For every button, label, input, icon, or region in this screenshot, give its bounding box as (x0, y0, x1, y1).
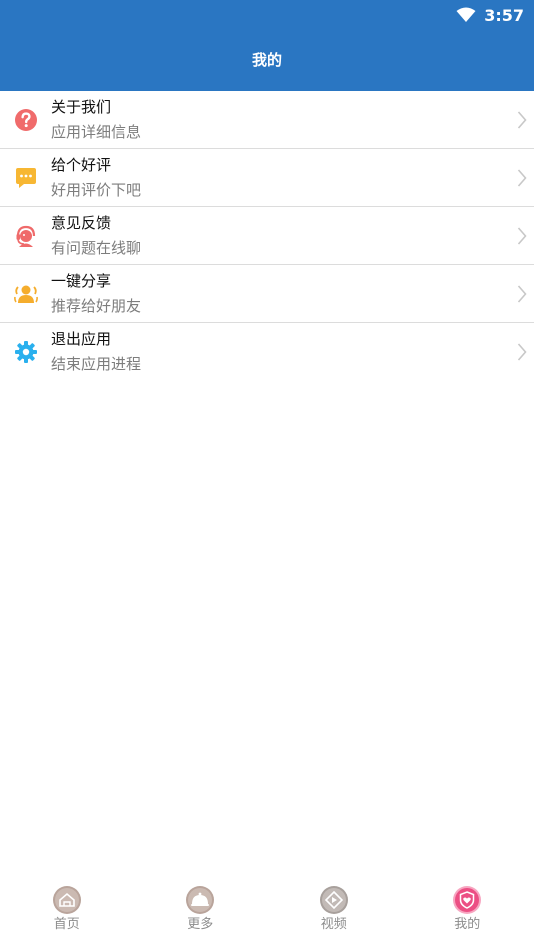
share-users-icon (14, 282, 38, 306)
tab-label: 首页 (53, 917, 80, 932)
tab-label: 视频 (320, 917, 347, 932)
status-bar: 3:57 (456, 4, 524, 26)
menu-item-subtitle: 有问题在线聊 (51, 239, 142, 257)
menu-item-about-us[interactable]: 关于我们 应用详细信息 (0, 91, 534, 149)
menu-item-title: 给个好评 (51, 156, 112, 174)
bell-dish-icon (186, 886, 215, 914)
shield-heart-icon (453, 886, 482, 914)
chevron-right-icon (517, 111, 527, 129)
settings-menu: 关于我们 应用详细信息 给个好评 好用评价下吧 意见反馈 有问题在线聊 一键分享… (0, 91, 534, 381)
gear-icon (14, 340, 38, 364)
menu-item-share[interactable]: 一键分享 推荐给好朋友 (0, 265, 534, 323)
tab-label: 我的 (454, 917, 481, 932)
status-time: 3:57 (484, 5, 524, 25)
home-icon (52, 886, 81, 914)
menu-item-title: 意见反馈 (51, 214, 112, 232)
tab-mine[interactable]: 我的 (401, 883, 534, 949)
menu-item-rate-app[interactable]: 给个好评 好用评价下吧 (0, 149, 534, 207)
tab-video[interactable]: 视频 (267, 883, 401, 949)
chevron-right-icon (517, 343, 527, 361)
chat-bubble-icon (14, 166, 38, 190)
menu-item-title: 关于我们 (51, 98, 112, 116)
tab-home[interactable]: 首页 (0, 883, 134, 949)
menu-item-subtitle: 好用评价下吧 (51, 181, 142, 199)
menu-item-title: 一键分享 (51, 272, 112, 290)
question-icon (14, 108, 38, 132)
menu-item-feedback[interactable]: 意见反馈 有问题在线聊 (0, 207, 534, 265)
chevron-right-icon (517, 227, 527, 245)
chevron-right-icon (517, 285, 527, 303)
bottom-tab-bar: 首页 更多 视频 我的 (0, 883, 534, 949)
chevron-right-icon (517, 169, 527, 187)
tab-more[interactable]: 更多 (134, 883, 268, 949)
support-agent-icon (14, 224, 38, 248)
menu-item-subtitle: 结束应用进程 (51, 355, 142, 373)
menu-item-title: 退出应用 (51, 330, 112, 348)
menu-item-subtitle: 应用详细信息 (51, 123, 142, 141)
page-title: 我的 (251, 51, 282, 69)
app-header: 3:57 我的 (0, 0, 534, 91)
menu-item-subtitle: 推荐给好朋友 (51, 297, 142, 315)
video-icon (319, 886, 348, 914)
menu-item-exit-app[interactable]: 退出应用 结束应用进程 (0, 323, 534, 381)
wifi-icon (456, 7, 476, 22)
tab-label: 更多 (187, 917, 214, 932)
